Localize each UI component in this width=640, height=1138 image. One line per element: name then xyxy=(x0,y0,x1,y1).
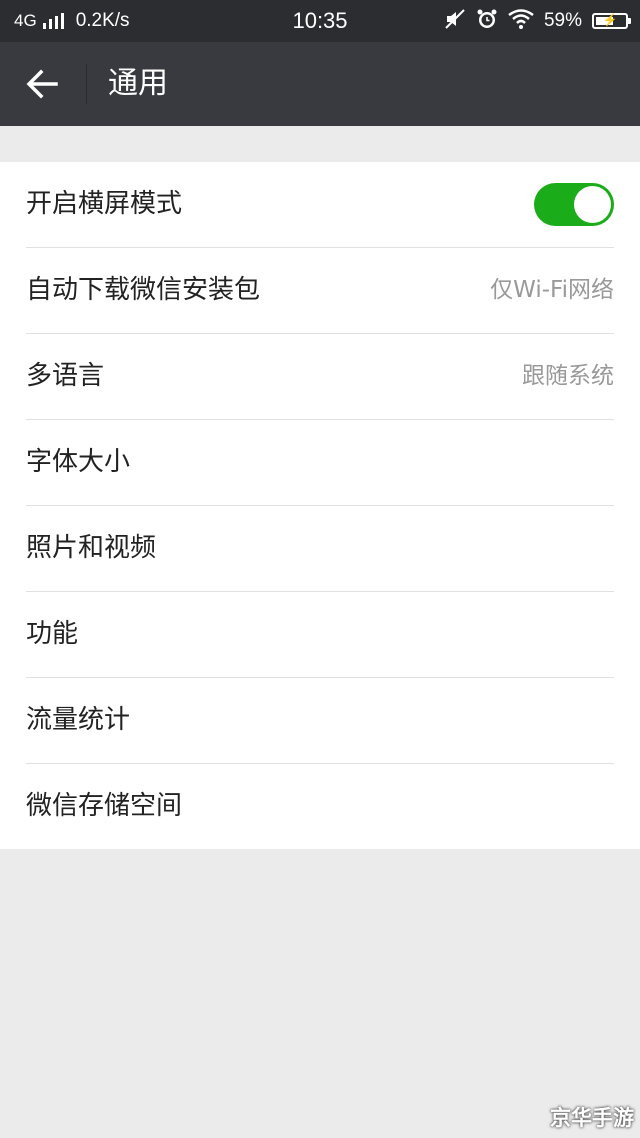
setting-landscape-mode[interactable]: 开启横屏模式 xyxy=(26,162,614,248)
setting-label: 开启横屏模式 xyxy=(26,189,183,219)
setting-storage[interactable]: 微信存储空间 xyxy=(26,764,614,849)
wifi-icon xyxy=(508,8,534,34)
setting-label: 照片和视频 xyxy=(26,533,157,563)
page-title: 通用 xyxy=(108,66,168,101)
setting-label: 自动下载微信安装包 xyxy=(26,275,261,305)
setting-data-usage[interactable]: 流量统计 xyxy=(26,678,614,764)
status-right: 59% ⚡ xyxy=(444,0,631,42)
setting-features[interactable]: 功能 xyxy=(26,592,614,678)
setting-label: 微信存储空间 xyxy=(26,791,183,821)
setting-font-size[interactable]: 字体大小 xyxy=(26,420,614,506)
setting-label: 多语言 xyxy=(26,361,105,391)
setting-photos-videos[interactable]: 照片和视频 xyxy=(26,506,614,592)
setting-value: 仅Wi-Fi网络 xyxy=(490,277,614,303)
toggle-knob xyxy=(574,186,611,223)
battery-percent: 59% xyxy=(543,10,582,31)
charging-icon: ⚡ xyxy=(602,13,618,27)
watermark: 京华手游 xyxy=(550,1106,634,1130)
arrow-left-icon xyxy=(26,69,58,99)
landscape-mode-toggle[interactable] xyxy=(534,183,614,226)
setting-language[interactable]: 多语言 跟随系统 xyxy=(26,334,614,420)
battery-icon: ⚡ xyxy=(592,13,631,29)
alarm-icon xyxy=(476,8,498,35)
setting-label: 功能 xyxy=(26,619,79,649)
title-bar: 通用 xyxy=(0,42,640,126)
mute-icon xyxy=(444,8,466,35)
back-button[interactable] xyxy=(20,64,64,104)
settings-list: 开启横屏模式 自动下载微信安装包 仅Wi-Fi网络 多语言 跟随系统 字体大小 … xyxy=(0,162,640,849)
title-divider xyxy=(86,64,87,104)
setting-label: 字体大小 xyxy=(26,447,131,477)
status-bar: 4G 0.2K/s 10:35 59% ⚡ xyxy=(0,0,640,42)
setting-label: 流量统计 xyxy=(26,705,131,735)
setting-auto-download[interactable]: 自动下载微信安装包 仅Wi-Fi网络 xyxy=(26,248,614,334)
setting-value: 跟随系统 xyxy=(522,363,614,389)
